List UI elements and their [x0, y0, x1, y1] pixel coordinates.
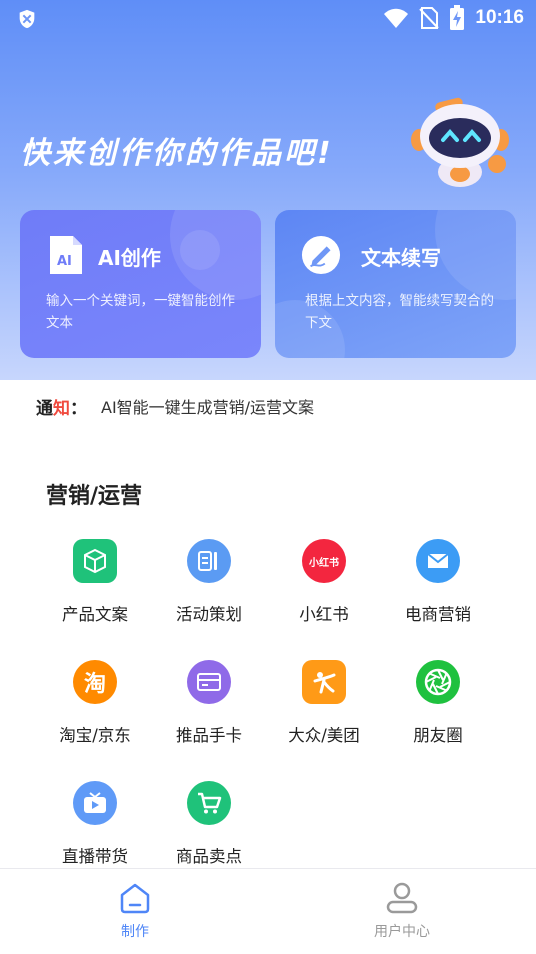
- no-sim-icon: [419, 7, 440, 29]
- status-bar: 10:16: [0, 0, 536, 36]
- tool-event-planning[interactable]: 活动策划: [154, 539, 264, 629]
- hero-title: 快来创作你的作品吧!: [20, 136, 334, 171]
- tool-product-copy[interactable]: 产品文案: [40, 539, 150, 629]
- tool-label: 推品手卡: [176, 726, 242, 745]
- robot-mascot-icon: [411, 97, 509, 187]
- tool-label: 商品卖点: [176, 847, 242, 866]
- section-title: 营销/运营: [46, 484, 143, 509]
- tool-dianping-meituan[interactable]: 大众/美团: [269, 660, 379, 750]
- notice-label-colon: ：: [70, 398, 87, 419]
- document-ai-text: AI: [57, 254, 72, 269]
- shield-icon: [19, 9, 35, 29]
- battery-charging-icon: [450, 5, 465, 30]
- card-icon: [187, 660, 231, 704]
- notice-bar[interactable]: 通知： AI智能一键生成营销/运营文案: [36, 394, 315, 419]
- notice-label: 通知：: [36, 394, 87, 419]
- bottom-tab-bar: 制作 用户中心: [0, 868, 536, 954]
- ai-create-title: AI创作: [98, 246, 161, 270]
- text-continue-card[interactable]: 文本续写 根据上文内容，智能续写契合的下文: [275, 210, 516, 358]
- tool-ecommerce[interactable]: 电商营销: [383, 539, 493, 629]
- xiaohongshu-logo-icon: 小红书: [302, 539, 346, 583]
- notice-text: AI智能一键生成营销/运营文案: [101, 398, 315, 417]
- tool-label: 活动策划: [176, 605, 242, 624]
- tool-label: 大众/美团: [288, 726, 360, 745]
- tool-product-card[interactable]: 推品手卡: [154, 660, 264, 750]
- tool-label: 电商营销: [405, 605, 471, 624]
- tool-selling-points[interactable]: 商品卖点: [154, 781, 264, 871]
- pen-circle-icon: [301, 235, 341, 275]
- xiaohongshu-logo-text: 小红书: [309, 557, 339, 569]
- notice-label-black: 通: [36, 398, 53, 419]
- tab-user-center-label: 用户中心: [374, 924, 430, 940]
- tool-live-selling[interactable]: 直播带货: [40, 781, 150, 871]
- notice-label-red: 知: [53, 398, 70, 419]
- taobao-logo-icon: 淘: [73, 660, 117, 704]
- tool-label: 产品文案: [62, 605, 128, 624]
- tool-label: 朋友圈: [413, 726, 463, 745]
- ai-create-card[interactable]: AI AI创作 输入一个关键词，一键智能创作文本: [20, 210, 261, 358]
- tab-create-label: 制作: [121, 924, 149, 940]
- tv-play-icon: [73, 781, 117, 825]
- tool-taobao-jd[interactable]: 淘 淘宝/京东: [40, 660, 150, 750]
- text-continue-desc: 根据上文内容，智能续写契合的下文: [305, 293, 494, 331]
- aperture-icon: [416, 660, 460, 704]
- tool-label: 淘宝/京东: [59, 726, 131, 745]
- wifi-icon: [384, 8, 409, 28]
- envelope-icon: [416, 539, 460, 583]
- ai-create-desc: 输入一个关键词，一键智能创作文本: [46, 293, 235, 331]
- cart-icon: [187, 781, 231, 825]
- tab-user-center[interactable]: 用户中心: [337, 881, 467, 949]
- document-ai-icon: AI: [50, 236, 82, 274]
- dianping-logo-icon: [302, 660, 346, 704]
- tool-label: 直播带货: [62, 847, 128, 866]
- home-icon: [120, 883, 150, 914]
- cube-icon: [73, 539, 117, 583]
- taobao-logo-text: 淘: [83, 672, 106, 697]
- user-icon: [386, 882, 418, 914]
- tab-create[interactable]: 制作: [70, 881, 200, 949]
- status-time: 10:16: [475, 7, 524, 28]
- text-continue-title: 文本续写: [361, 246, 441, 270]
- document-lines-icon: [187, 539, 231, 583]
- tool-label: 小红书: [299, 605, 349, 624]
- tool-xiaohongshu[interactable]: 小红书 小红书: [269, 539, 379, 629]
- tool-moments[interactable]: 朋友圈: [383, 660, 493, 750]
